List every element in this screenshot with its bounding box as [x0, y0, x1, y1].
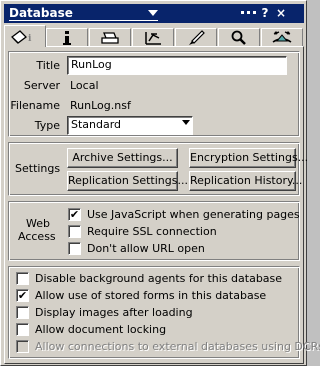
stored-forms-label: Allow use of stored forms in this databa…: [35, 289, 267, 302]
server-label: Server: [23, 79, 60, 92]
search-icon: [231, 30, 246, 45]
tab-info[interactable]: i: [4, 25, 46, 47]
rocket-icon: [189, 30, 205, 45]
stored-forms-checkbox[interactable]: ✔: [16, 289, 29, 302]
properties-window: Database ? × i Title RunLog Server Local…: [0, 0, 320, 366]
title-field[interactable]: RunLog: [67, 56, 287, 75]
replication-history-button[interactable]: Replication History...: [189, 171, 302, 191]
window-title: Database: [9, 6, 73, 20]
tab-i[interactable]: [46, 28, 88, 47]
help-button[interactable]: ?: [259, 6, 271, 21]
require-ssl-label: Require SSL connection: [87, 225, 217, 238]
replication-settings-button[interactable]: Replication Settings...: [67, 171, 188, 191]
tab-search[interactable]: [218, 28, 260, 47]
tab-hat[interactable]: [261, 28, 303, 47]
require-ssl-checkbox[interactable]: [68, 225, 81, 238]
i-icon: [63, 31, 71, 45]
type-select[interactable]: Standard: [67, 116, 193, 135]
svg-text:i: i: [28, 34, 32, 44]
display-images-label: Display images after loading: [35, 306, 193, 319]
encryption-settings-button[interactable]: Encryption Settings...: [189, 148, 308, 168]
title-underline: [9, 20, 158, 21]
title-label: Title: [36, 59, 60, 72]
archive-settings-button[interactable]: Archive Settings...: [67, 148, 178, 168]
use-javascript-label: Use JavaScript when generating pages: [87, 208, 300, 221]
close-button[interactable]: ×: [275, 6, 287, 21]
type-select-value: Standard: [71, 118, 122, 131]
dcr-connections-checkbox: [16, 340, 29, 353]
settings-group: Settings Archive Settings... Encryption …: [8, 142, 308, 196]
dcr-connections-label: Allow connections to external databases …: [35, 340, 320, 353]
type-label: Type: [34, 119, 60, 132]
chevron-down-icon[interactable]: [148, 10, 158, 16]
server-value: Local: [70, 79, 99, 92]
settings-label: Settings: [15, 162, 61, 175]
filename-label: Filename: [10, 99, 60, 112]
properties-panel: Title RunLog Server Local Filename RunLo…: [4, 46, 320, 364]
title-bar[interactable]: Database ? ×: [4, 4, 304, 23]
display-images-checkbox[interactable]: [16, 306, 29, 319]
printer-icon: [101, 32, 119, 44]
collapse-icon[interactable]: [241, 11, 256, 14]
design-icon: [145, 32, 161, 45]
info-icon: i: [11, 29, 32, 44]
disable-background-agents-label: Disable background agents for this datab…: [35, 272, 283, 285]
tab-bar: i: [4, 25, 304, 47]
tab-design[interactable]: [132, 28, 174, 47]
web-access-group: Web Access ✔ Use JavaScript when generat…: [8, 201, 300, 261]
info-group: Title RunLog Server Local Filename RunLo…: [8, 51, 300, 137]
title-field-value: RunLog: [71, 58, 112, 71]
hat-icon: [272, 31, 292, 43]
tab-rocket[interactable]: [175, 28, 217, 47]
use-javascript-checkbox[interactable]: ✔: [68, 208, 81, 221]
chevron-down-icon[interactable]: [182, 120, 190, 125]
no-url-open-label: Don't allow URL open: [87, 242, 205, 255]
document-locking-checkbox[interactable]: [16, 323, 29, 336]
tab-printer[interactable]: [89, 28, 131, 47]
filename-value: RunLog.nsf: [70, 99, 131, 112]
document-locking-label: Allow document locking: [35, 323, 167, 336]
database-options-group: Disable background agents for this datab…: [8, 266, 320, 359]
disable-background-agents-checkbox[interactable]: [16, 272, 29, 285]
no-url-open-checkbox[interactable]: [68, 242, 81, 255]
web-access-label-line1: Web: [26, 217, 50, 230]
web-access-label-line2: Access: [18, 230, 56, 243]
